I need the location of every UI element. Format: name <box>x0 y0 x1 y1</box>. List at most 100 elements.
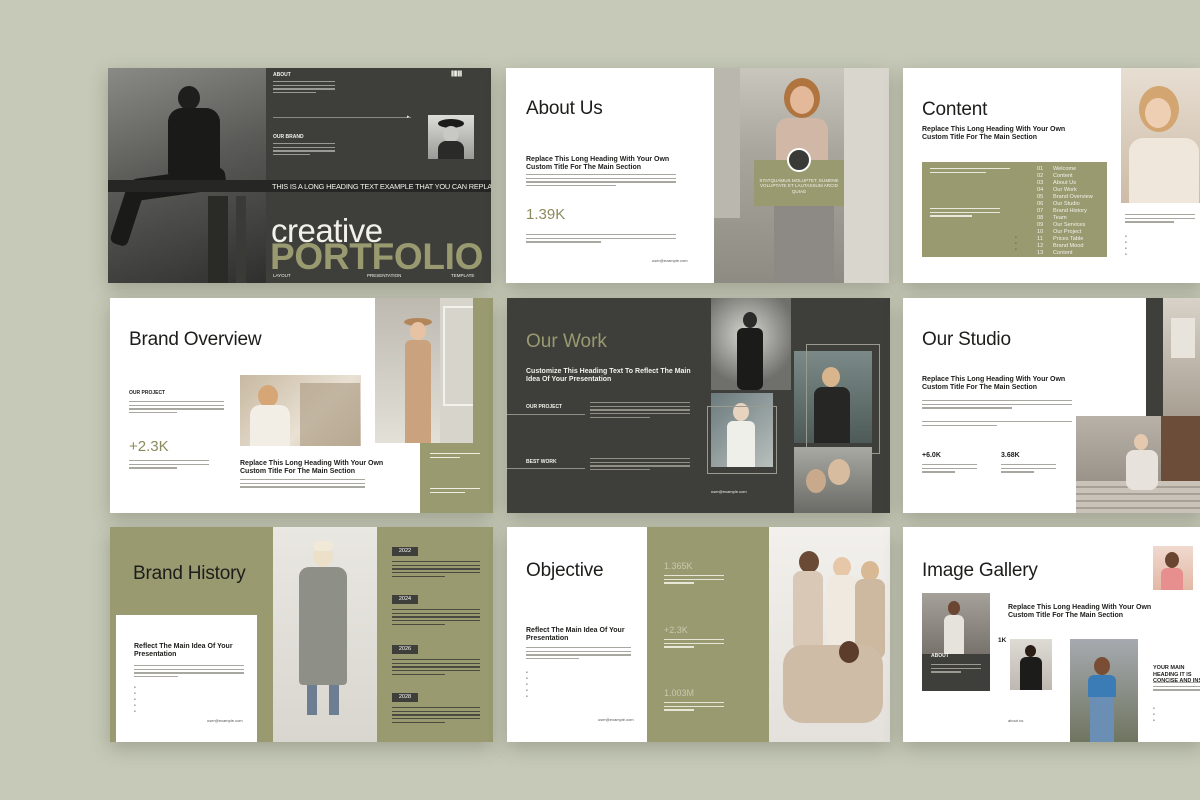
gallery-photo-4 <box>1153 546 1193 590</box>
slide-image-gallery[interactable]: Image Gallery ABOUT Replace This Long He… <box>903 527 1200 742</box>
quote-text: STATQUAMUS MOLUPTET, EUMENE VOLUPTATE ET… <box>759 178 839 194</box>
arrow-right-icon: ▸ <box>407 114 410 120</box>
gallery-bullets <box>1153 705 1158 723</box>
toc-list: 01 Welcome 02 Content 03 About Us 04 Our Wor… <box>1037 166 1093 257</box>
footer-template: TEMPLATE <box>451 273 475 278</box>
gallery-photo-2 <box>1010 639 1052 690</box>
slide-about-us[interactable]: About Us Replace This Long Heading With … <box>506 68 889 283</box>
section-heading: Replace This Long Heading With Your Own … <box>240 460 384 475</box>
brand-text <box>273 143 335 158</box>
number-3: 1.003M <box>664 688 695 698</box>
page-title: Content <box>922 99 988 120</box>
avatar <box>787 148 811 172</box>
olive-strip <box>473 298 493 443</box>
photo-frame <box>806 344 880 454</box>
number-3-text <box>664 702 724 713</box>
toc-item: 06 Our Studio <box>1037 201 1080 207</box>
divider-line <box>507 414 585 415</box>
toc-item: 09 Our Services <box>1037 222 1086 228</box>
divider-line <box>273 117 411 118</box>
work-photo-4 <box>794 447 872 513</box>
body-text <box>922 400 1072 411</box>
email-text: user@example.com <box>652 258 688 263</box>
studio-photo-interior <box>1163 298 1200 416</box>
page-title: Image Gallery <box>922 560 1038 581</box>
side-bullets <box>1125 233 1130 257</box>
body-text <box>240 479 365 490</box>
history-photo-coat <box>273 527 377 742</box>
about-text <box>273 81 335 96</box>
studio-photo-steps <box>1076 416 1200 513</box>
best-work-label: BEST WORK <box>526 459 557 465</box>
toc-item: 07 Brand History <box>1037 208 1087 214</box>
slide-our-work[interactable]: Our Work Customize This Heading Text To … <box>507 298 890 513</box>
stat-b: 3.68K <box>1001 452 1020 459</box>
email-text: user@example.com <box>207 718 243 723</box>
toc-item: 01 Welcome <box>1037 166 1077 172</box>
overview-photo-seated <box>240 375 361 446</box>
body-text <box>526 174 676 189</box>
ticker-text: THIS IS A LONG HEADING TEXT EXAMPLE THAT… <box>272 182 491 191</box>
stat-text <box>526 234 676 245</box>
gallery-photo-3 <box>1070 639 1138 742</box>
slide-cover[interactable]: THIS IS A LONG HEADING TEXT EXAMPLE THAT… <box>108 68 491 283</box>
stat-text <box>129 460 209 471</box>
section-heading: Replace This Long Heading With Your Own … <box>922 126 1066 141</box>
olive-column <box>257 615 273 742</box>
about-label: ABOUT <box>273 72 291 78</box>
footer-text: about us <box>1008 718 1024 723</box>
toc-item: 10 Our Project <box>1037 229 1082 235</box>
toc-item: 13 Content <box>1037 250 1073 256</box>
stat-value: 1K <box>998 637 1007 644</box>
page-title: Our Studio <box>922 329 1011 350</box>
objective-photo-group <box>769 527 890 742</box>
toc-item: 08 Team <box>1037 215 1067 221</box>
project-label: OUR PROJECT <box>526 404 563 410</box>
stat-a: +6.0K <box>922 452 941 459</box>
toc-intro-text <box>930 168 1010 175</box>
slide-brand-overview[interactable]: Brand Overview OUR PROJECT +2.3K Replace… <box>110 298 493 513</box>
best-work-text <box>590 458 690 473</box>
about-label: ABOUT <box>931 653 949 659</box>
section-heading: Reflect The Main Idea Of Your Presentati… <box>134 643 233 658</box>
olive-text-2 <box>430 488 480 495</box>
toc-item: 02 Content <box>1037 173 1073 179</box>
section-heading: Reflect The Main Idea Of Your Presentati… <box>526 627 625 642</box>
objective-bullets <box>526 669 531 699</box>
about-text <box>931 664 981 675</box>
olive-text <box>430 453 480 460</box>
section-heading: Replace This Long Heading With Your Own … <box>526 156 670 171</box>
project-label: OUR PROJECT <box>129 390 166 396</box>
toc-item: 03 About Us <box>1037 180 1077 186</box>
page-title: Brand History <box>133 563 246 584</box>
page-title: Our Work <box>526 331 607 352</box>
slide-objective[interactable]: Objective Reflect The Main Idea Of Your … <box>507 527 890 742</box>
page-title: Brand Overview <box>129 329 262 350</box>
email-text: user@example.com <box>711 489 747 494</box>
cover-photo-seated-woman <box>108 68 266 283</box>
toc-item: 04 Our Work <box>1037 187 1077 193</box>
divider-line-2 <box>507 468 585 469</box>
footer-layout: LAYOUT <box>273 273 291 278</box>
email-text: user@example.com <box>598 717 634 722</box>
slide-content[interactable]: Content Replace This Long Heading With Y… <box>903 68 1200 283</box>
year-badge: 2028 <box>392 693 418 702</box>
year-badge: 2022 <box>392 547 418 556</box>
section-heading: Replace This Long Heading With Your Own … <box>922 376 1066 391</box>
stat-b-text <box>1001 464 1056 475</box>
page-title: About Us <box>526 98 603 119</box>
olive-edge <box>110 615 116 742</box>
history-bullets <box>134 684 139 714</box>
stat-value: +2.3K <box>129 438 169 455</box>
toc-item: 05 Brand Overview <box>1037 194 1093 200</box>
barcode-icon: ||| |||| ||| || <box>451 71 462 77</box>
timeline: 2022 2024 2026 2028 <box>377 547 493 732</box>
slide-our-studio[interactable]: Our Studio Replace This Long Heading Wit… <box>903 298 1200 513</box>
toc-item: 12 Brand Mood <box>1037 243 1084 249</box>
title-portfolio: PORTFOLIO <box>270 236 484 277</box>
side-text <box>1153 682 1200 693</box>
section-heading: Replace This Long Heading With Your Own … <box>1008 604 1152 619</box>
slide-brand-history[interactable]: Brand History Reflect The Main Idea Of Y… <box>110 527 493 742</box>
body-text <box>134 665 244 680</box>
number-2: +2.3K <box>664 625 688 635</box>
